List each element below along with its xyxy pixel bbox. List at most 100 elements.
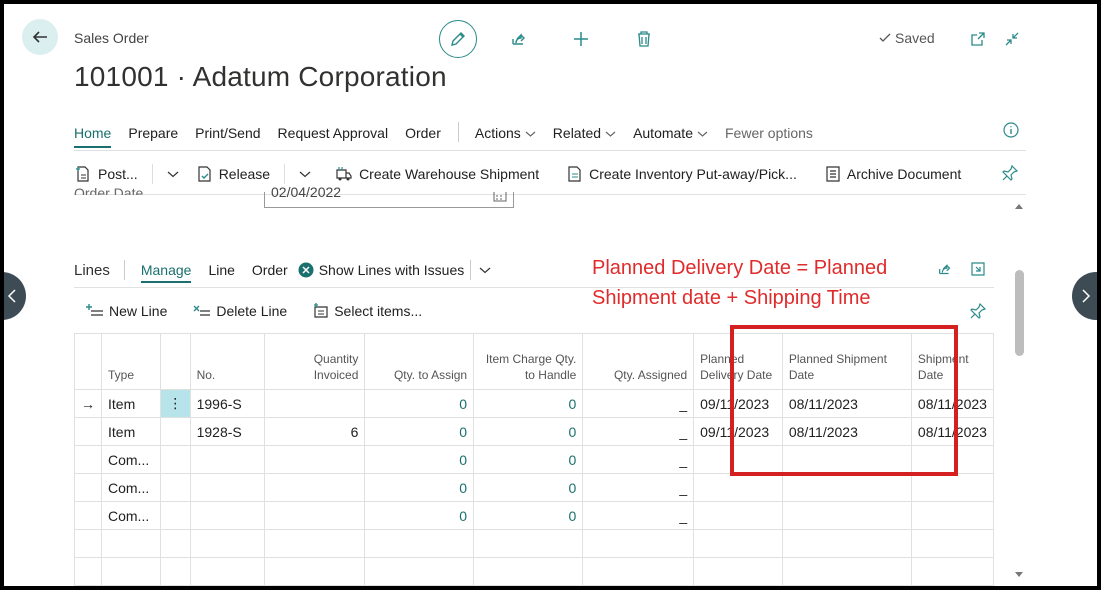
shipment-date-cell[interactable] bbox=[910, 501, 994, 530]
row-menu-cell[interactable] bbox=[160, 529, 191, 558]
order-date-field[interactable]: 02/04/2022 bbox=[264, 184, 514, 208]
tab-order[interactable]: Order bbox=[252, 262, 288, 278]
quantity-invoiced-cell[interactable] bbox=[264, 529, 366, 558]
previous-record-button[interactable] bbox=[0, 272, 26, 320]
new-line-button[interactable]: New Line bbox=[86, 303, 167, 319]
menu-actions[interactable]: Actions bbox=[475, 120, 536, 141]
pin-lines-button[interactable] bbox=[970, 303, 986, 319]
back-button[interactable] bbox=[22, 19, 58, 55]
info-button[interactable] bbox=[1003, 122, 1019, 138]
item-charge-cell[interactable]: 0 bbox=[473, 445, 584, 474]
col-qty-assigned[interactable]: Qty. Assigned bbox=[582, 333, 695, 390]
menu-related[interactable]: Related bbox=[553, 120, 616, 141]
archive-document-button[interactable]: Archive Document bbox=[825, 165, 961, 183]
col-type[interactable]: Type bbox=[100, 333, 162, 390]
fewer-options-link[interactable]: Fewer options bbox=[725, 120, 813, 141]
qty-assigned-cell[interactable] bbox=[582, 529, 695, 558]
row-menu-cell[interactable] bbox=[160, 557, 191, 586]
tab-request-approval[interactable]: Request Approval bbox=[278, 120, 389, 141]
planned-shipment-date-cell[interactable] bbox=[781, 501, 912, 530]
collapse-button[interactable] bbox=[1002, 20, 1022, 58]
no-cell[interactable] bbox=[189, 473, 266, 502]
next-record-button[interactable] bbox=[1072, 272, 1101, 320]
pin-actions-button[interactable] bbox=[1002, 165, 1018, 181]
row-menu-cell[interactable] bbox=[160, 417, 191, 446]
table-row[interactable] bbox=[74, 557, 994, 586]
planned-delivery-date-cell[interactable] bbox=[693, 473, 783, 502]
quantity-invoiced-cell[interactable]: 6 bbox=[264, 417, 366, 446]
no-cell[interactable] bbox=[189, 445, 266, 474]
qty-to-assign-cell[interactable]: 0 bbox=[364, 445, 475, 474]
delete-line-button[interactable]: Delete Line bbox=[193, 303, 287, 319]
no-cell[interactable] bbox=[189, 557, 266, 586]
create-warehouse-shipment-button[interactable]: Create Warehouse Shipment bbox=[335, 165, 539, 183]
show-lines-with-issues-button[interactable]: Show Lines with Issues bbox=[298, 262, 464, 278]
item-charge-cell[interactable]: 0 bbox=[473, 389, 584, 418]
col-item-charge-qty[interactable]: Item Charge Qty. to Handle bbox=[473, 333, 584, 390]
qty-to-assign-cell[interactable]: 0 bbox=[364, 473, 475, 502]
qty-assigned-cell[interactable]: _ bbox=[582, 473, 695, 502]
planned-shipment-date-cell[interactable] bbox=[781, 529, 912, 558]
tab-line[interactable]: Line bbox=[208, 262, 234, 278]
type-cell[interactable]: Item bbox=[100, 389, 162, 418]
table-row[interactable] bbox=[74, 529, 994, 558]
no-cell[interactable] bbox=[189, 529, 266, 558]
item-charge-cell[interactable] bbox=[473, 529, 584, 558]
qty-assigned-cell[interactable]: _ bbox=[582, 417, 695, 446]
qty-assigned-cell[interactable]: _ bbox=[582, 445, 695, 474]
shipment-date-cell[interactable] bbox=[910, 529, 994, 558]
row-menu-cell[interactable] bbox=[160, 445, 191, 474]
tab-print-send[interactable]: Print/Send bbox=[195, 120, 260, 141]
row-menu-cell[interactable] bbox=[160, 473, 191, 502]
qty-assigned-cell[interactable]: _ bbox=[582, 389, 695, 418]
col-qty-to-assign[interactable]: Qty. to Assign bbox=[364, 333, 475, 390]
table-row[interactable]: Com... 0 0 _ bbox=[74, 473, 994, 502]
type-cell[interactable]: Com... bbox=[100, 501, 162, 530]
chevron-down-icon[interactable] bbox=[479, 266, 491, 274]
planned-delivery-date-cell[interactable] bbox=[693, 557, 783, 586]
type-cell[interactable]: Item bbox=[100, 417, 162, 446]
scroll-up-arrow[interactable] bbox=[1014, 202, 1024, 210]
quantity-invoiced-cell[interactable] bbox=[264, 557, 366, 586]
edit-button[interactable] bbox=[439, 20, 477, 58]
scrollbar-thumb[interactable] bbox=[1015, 270, 1024, 356]
qty-assigned-cell[interactable]: _ bbox=[582, 501, 695, 530]
tab-home[interactable]: Home bbox=[74, 120, 112, 148]
no-cell[interactable] bbox=[189, 501, 266, 530]
release-dropdown[interactable] bbox=[299, 170, 311, 178]
quantity-invoiced-cell[interactable] bbox=[264, 501, 366, 530]
tab-manage[interactable]: Manage bbox=[140, 262, 191, 283]
col-no[interactable]: No. bbox=[189, 333, 266, 390]
no-cell[interactable]: 1928-S bbox=[189, 417, 266, 446]
qty-to-assign-cell[interactable]: 0 bbox=[364, 417, 475, 446]
release-button[interactable]: Release bbox=[197, 165, 270, 183]
delete-button[interactable] bbox=[633, 20, 655, 58]
expand-lines-button[interactable] bbox=[970, 261, 986, 277]
planned-shipment-date-cell[interactable] bbox=[781, 473, 912, 502]
calendar-icon[interactable] bbox=[493, 192, 507, 202]
no-cell[interactable]: 1996-S bbox=[189, 389, 266, 418]
quantity-invoiced-cell[interactable] bbox=[264, 445, 366, 474]
col-quantity-invoiced[interactable]: Quantity Invoiced bbox=[264, 333, 366, 390]
create-inventory-button[interactable]: Create Inventory Put-away/Pick... bbox=[567, 165, 797, 183]
new-button[interactable] bbox=[570, 20, 592, 58]
quantity-invoiced-cell[interactable] bbox=[264, 473, 366, 502]
qty-to-assign-cell[interactable] bbox=[364, 529, 475, 558]
tab-prepare[interactable]: Prepare bbox=[128, 120, 178, 141]
more-options-icon[interactable]: ⋮ bbox=[168, 395, 182, 411]
qty-to-assign-cell[interactable]: 0 bbox=[364, 389, 475, 418]
item-charge-cell[interactable]: 0 bbox=[473, 501, 584, 530]
planned-delivery-date-cell[interactable] bbox=[693, 529, 783, 558]
scroll-down-arrow[interactable] bbox=[1014, 571, 1024, 579]
open-new-window-button[interactable] bbox=[968, 20, 988, 58]
type-cell[interactable]: Com... bbox=[100, 445, 162, 474]
row-menu-cell[interactable] bbox=[160, 501, 191, 530]
qty-to-assign-cell[interactable]: 0 bbox=[364, 501, 475, 530]
qty-to-assign-cell[interactable] bbox=[364, 557, 475, 586]
quantity-invoiced-cell[interactable] bbox=[264, 389, 366, 418]
planned-shipment-date-cell[interactable] bbox=[781, 557, 912, 586]
menu-automate[interactable]: Automate bbox=[633, 120, 708, 141]
type-cell[interactable]: Com... bbox=[100, 473, 162, 502]
type-cell[interactable] bbox=[100, 557, 162, 586]
type-cell[interactable] bbox=[100, 529, 162, 558]
